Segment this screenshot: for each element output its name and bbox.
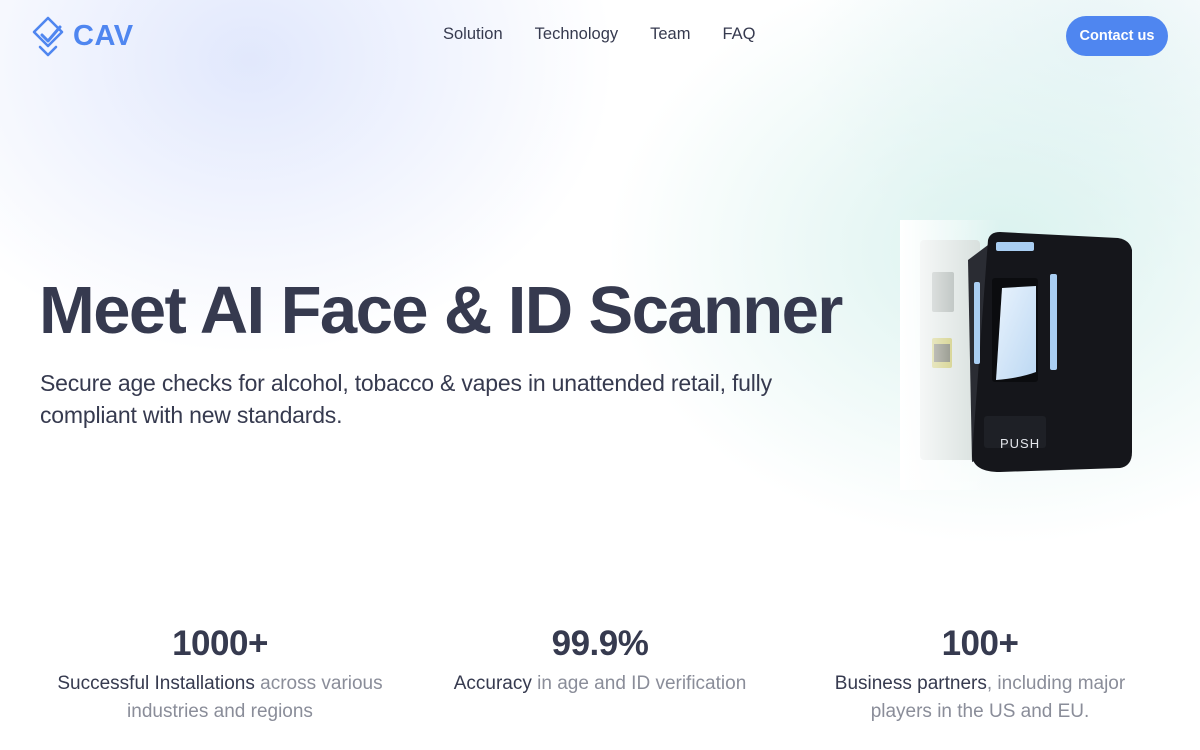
stat-highlight: Business partners: [834, 673, 987, 694]
logo-text: CAV: [73, 19, 134, 52]
stat-partners: 100+ Business partners, including major …: [810, 622, 1150, 726]
contact-us-button[interactable]: Contact us: [1066, 16, 1168, 56]
stat-rest: in age and ID verification: [531, 673, 747, 694]
site-header: CAV Solution Technology Team FAQ Contact…: [0, 0, 1200, 72]
push-label: PUSH: [1000, 436, 1040, 451]
stat-highlight: Successful Installations: [57, 673, 255, 694]
hero-title: Meet AI Face & ID Scanner: [39, 273, 843, 348]
logo-icon: [32, 16, 64, 57]
logo-link[interactable]: CAV: [31, 15, 134, 57]
stat-description: Accuracy in age and ID verification: [420, 670, 780, 698]
nav-item-technology[interactable]: Technology: [535, 25, 618, 44]
stat-accuracy: 99.9% Accuracy in age and ID verificatio…: [420, 622, 780, 698]
stat-installations: 1000+ Successful Installations across va…: [40, 622, 400, 726]
hero-subtitle: Secure age checks for alcohol, tobacco &…: [40, 370, 772, 428]
main-nav: Solution Technology Team FAQ: [443, 25, 756, 44]
nav-item-faq[interactable]: FAQ: [722, 25, 755, 44]
scanner-device-image: PUSH: [900, 220, 1132, 490]
nav-item-team[interactable]: Team: [650, 25, 690, 44]
stat-description: Successful Installations across various …: [40, 670, 400, 726]
stat-highlight: Accuracy: [453, 673, 532, 694]
stat-value: 1000+: [172, 624, 268, 663]
nav-item-solution[interactable]: Solution: [443, 25, 503, 44]
stat-description: Business partners, including major playe…: [810, 670, 1150, 726]
stat-value: 99.9%: [551, 624, 649, 663]
stat-value: 100+: [941, 624, 1019, 663]
